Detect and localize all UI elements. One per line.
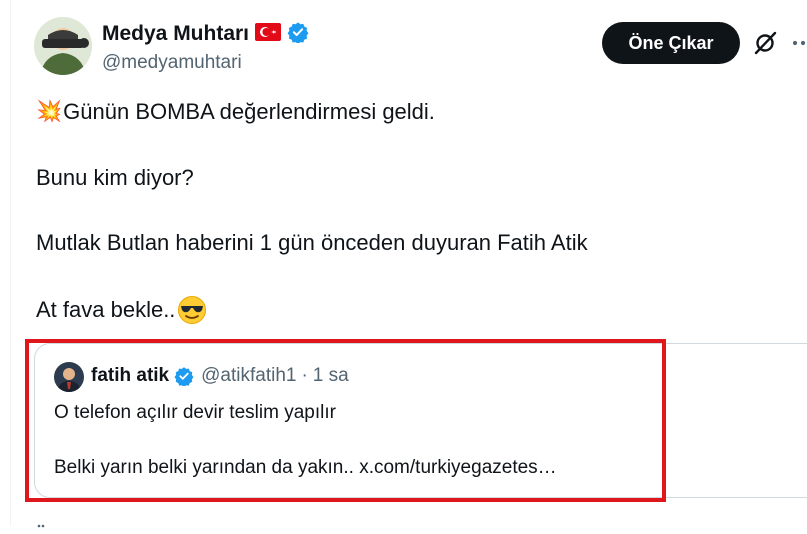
next-line-fragment — [36, 516, 46, 528]
tweet-line-2: Bunu kim diyor? — [36, 165, 194, 190]
tweet-text-line-1: Günün BOMBA değerlendirmesi geldi. — [63, 99, 435, 124]
verified-badge-icon — [287, 21, 309, 48]
tweet-line-3: Mutlak Butlan haberini 1 gün önceden duy… — [36, 230, 588, 255]
collision-emoji-icon: 💥 — [36, 100, 63, 123]
author-display-name[interactable]: Medya Muhtarı — [102, 22, 249, 46]
more-icon[interactable] — [786, 30, 807, 56]
highlight-annotation-box — [25, 339, 666, 502]
highlight-button[interactable]: Öne Çıkar — [602, 22, 740, 64]
sunglasses-emoji-icon: 😎 — [177, 295, 207, 325]
timeline-divider — [10, 0, 11, 526]
tweet-line-1: 💥 Günün BOMBA değerlendirmesi geldi. — [36, 99, 435, 125]
tweet-line-4: At fava bekle.. 😎 — [36, 295, 207, 325]
author-handle[interactable]: @medyamuhtari — [102, 52, 242, 74]
author-name-row: Medya Muhtarı — [102, 20, 309, 48]
tweet-text-line-4: At fava bekle.. — [36, 297, 176, 322]
grok-icon[interactable] — [750, 28, 780, 58]
author-avatar[interactable] — [34, 17, 92, 75]
turkey-flag-icon — [255, 22, 282, 46]
